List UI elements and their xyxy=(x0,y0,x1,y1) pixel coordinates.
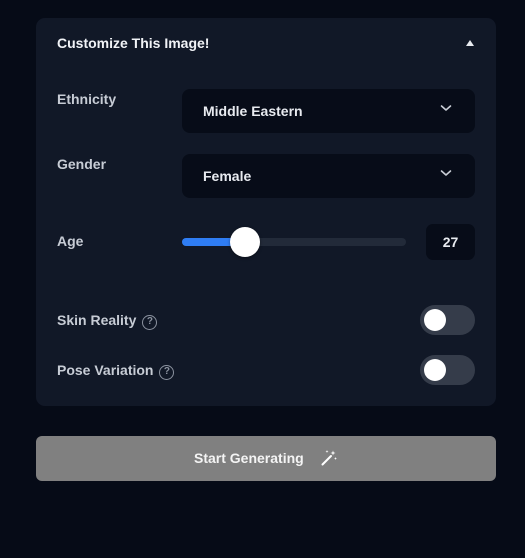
start-generating-label: Start Generating xyxy=(194,450,304,466)
customize-panel: Customize This Image! Ethnicity Middle E… xyxy=(36,18,496,406)
chevron-down-icon xyxy=(440,105,452,111)
age-value-box[interactable]: 27 xyxy=(426,224,475,260)
toggle-knob xyxy=(424,309,446,331)
panel-title: Customize This Image! xyxy=(57,35,210,51)
age-slider-thumb[interactable] xyxy=(230,227,260,257)
ethnicity-label: Ethnicity xyxy=(57,91,117,107)
ethnicity-select[interactable]: Middle Eastern xyxy=(182,89,475,133)
pose-variation-toggle[interactable] xyxy=(420,355,475,385)
ethnicity-value: Middle Eastern xyxy=(203,103,303,119)
magic-wand-icon xyxy=(321,450,337,466)
help-icon[interactable]: ? xyxy=(159,365,175,380)
gender-select[interactable]: Female xyxy=(182,154,475,198)
toggle-knob xyxy=(424,359,446,381)
age-slider-track[interactable] xyxy=(182,238,406,246)
gender-label: Gender xyxy=(57,156,107,172)
age-label: Age xyxy=(57,233,84,249)
gender-value: Female xyxy=(203,168,252,184)
start-generating-button[interactable]: Start Generating xyxy=(36,436,496,481)
caret-up-icon[interactable] xyxy=(466,40,474,46)
age-slider[interactable] xyxy=(182,227,406,257)
pose-variation-label: Pose Variation? xyxy=(57,362,175,380)
skin-reality-label-text: Skin Reality xyxy=(57,312,137,328)
pose-variation-label-text: Pose Variation xyxy=(57,362,154,378)
customize-panel-header[interactable]: Customize This Image! xyxy=(36,18,496,70)
help-icon[interactable]: ? xyxy=(142,315,158,330)
chevron-down-icon xyxy=(440,170,452,176)
skin-reality-toggle[interactable] xyxy=(420,305,475,335)
skin-reality-label: Skin Reality? xyxy=(57,312,158,330)
